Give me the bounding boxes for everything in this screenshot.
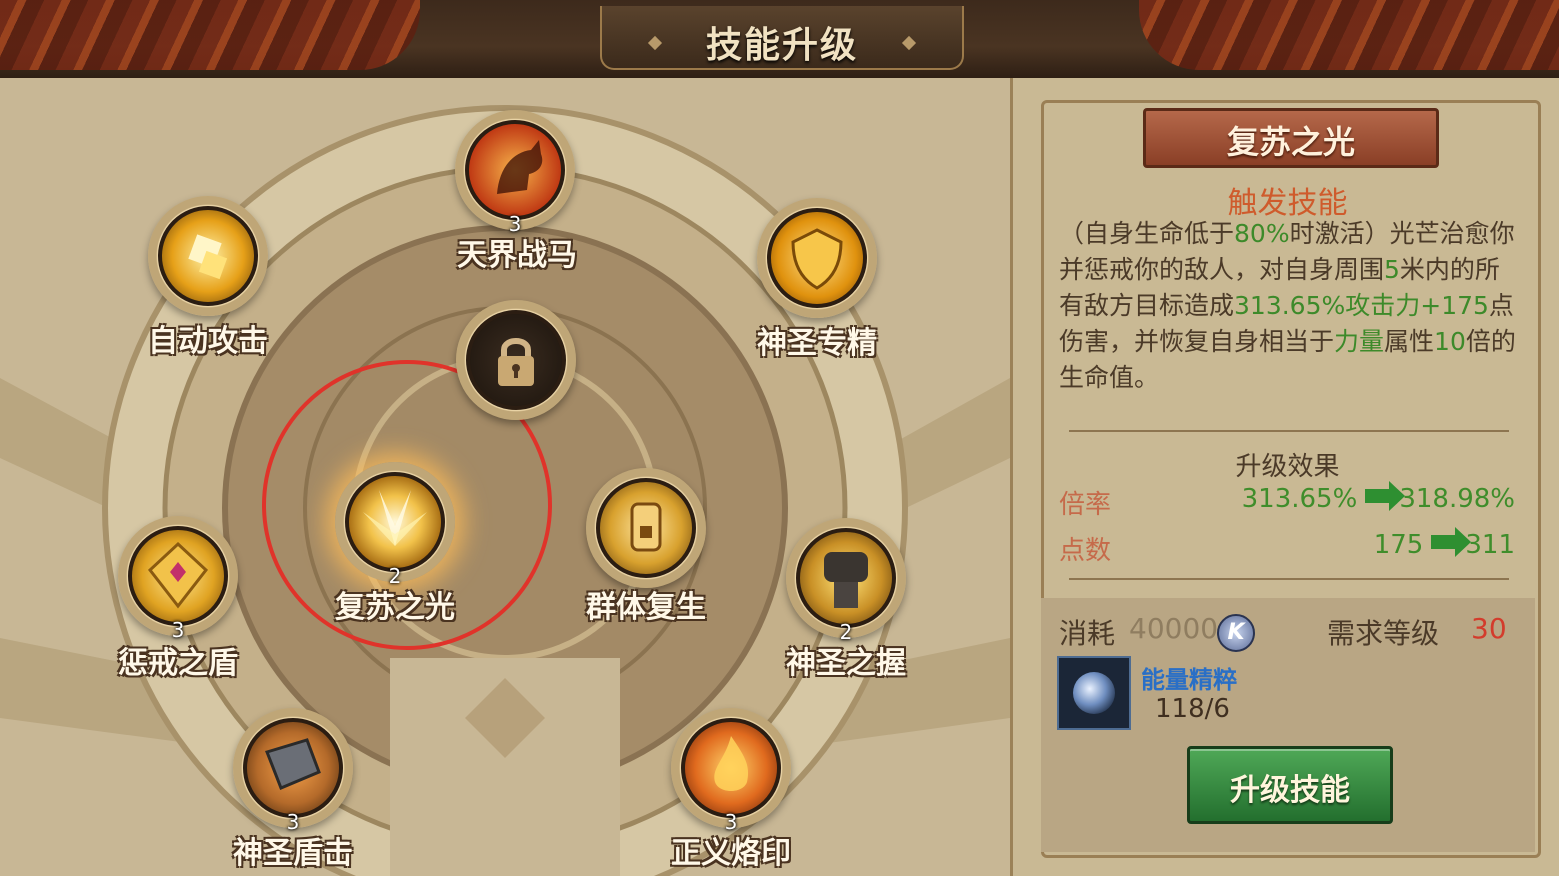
effect-to: 311 [1465, 530, 1515, 560]
required-level-label: 需求等级 [1327, 617, 1440, 650]
material-count: 118/6 [1155, 694, 1230, 724]
upgrade-effects-title: 升级效果 [1235, 452, 1340, 482]
highlighted-value: 80% [1234, 219, 1290, 248]
golden-cubes-icon [188, 234, 228, 280]
effect-row-multiplier: 倍率 313.65% 318.98% [1059, 481, 1515, 520]
energy-essence-icon [1073, 672, 1115, 714]
skill-label: 群体复生 [586, 590, 706, 625]
skill-node-holy-grip[interactable]: 2 [786, 518, 906, 644]
skill-label: 神圣盾击 [233, 836, 353, 871]
skill-label: 神圣之握 [786, 646, 906, 681]
effect-values: 175 311 [1373, 527, 1515, 560]
title-plate: 技能升级 [600, 6, 964, 70]
golden-shield-swirl-icon [791, 228, 843, 290]
skill-node-revival-light[interactable]: 2 [335, 462, 455, 588]
description-text: （自身生命低于 [1059, 219, 1235, 248]
highlighted-value: 5 [1384, 255, 1400, 284]
highlighted-value: 力量 [1334, 327, 1385, 356]
skill-node-locked[interactable] [456, 300, 576, 420]
upgrade-button-label: 升级技能 [1230, 773, 1350, 808]
skill-node-celestial-steed[interactable]: 3 [455, 110, 575, 236]
effect-from: 313.65% [1241, 484, 1358, 514]
highlighted-value: 313.65%攻击力+175 [1234, 291, 1489, 320]
lock-icon [498, 338, 534, 386]
divider [1069, 430, 1509, 432]
effect-to: 318.98% [1399, 484, 1515, 514]
skill-name: 复苏之光 [1226, 123, 1355, 161]
skill-node-holy-shield-bash[interactable]: 3 [233, 708, 353, 834]
arrow-right-icon [1431, 527, 1472, 557]
shield-bash-icon [265, 738, 321, 790]
gem-shield-icon [147, 541, 209, 609]
skill-label: 自动攻击 [148, 324, 268, 359]
gauntlet-icon [824, 552, 868, 608]
divider [1069, 578, 1509, 580]
flame-brand-icon [714, 736, 749, 791]
material-name: 能量精粹 [1141, 666, 1237, 694]
effect-from: 175 [1373, 530, 1424, 560]
material-slot[interactable] [1057, 656, 1131, 730]
effect-label: 点数 [1059, 536, 1112, 566]
skill-label: 神圣专精 [757, 326, 877, 361]
skill-label: 正义烙印 [671, 836, 791, 871]
skill-label: 惩戒之盾 [118, 646, 238, 681]
skill-node-auto-attack[interactable] [148, 196, 268, 316]
skill-label: 复苏之光 [335, 590, 455, 625]
skill-description: （自身生命低于80%时激活）光芒治愈你并惩戒你的敌人，对自身周围5米内的所有敌方… [1059, 216, 1523, 396]
effect-row-points: 点数 175 311 [1059, 527, 1515, 566]
skill-tree-board: 3 天界战马 自动攻击 神圣专精 2 复苏之光 群体复生 3 惩戒之盾 2 神圣… [0, 78, 1010, 876]
skill-node-mass-revival[interactable] [586, 468, 706, 588]
light-burst-icon [363, 490, 427, 546]
description-text: 属性 [1384, 327, 1435, 356]
skill-label: 天界战马 [457, 238, 577, 273]
required-level-value: 30 [1471, 612, 1507, 645]
highlighted-value: 10 [1434, 327, 1466, 356]
header-ornament-left [0, 0, 420, 70]
horse-icon [497, 140, 543, 194]
cost-area: 消耗 40000 K 需求等级 30 能量精粹 118/6 升级技能 [1041, 598, 1535, 852]
skill-upgrade-screen: 技能升级 3 天界战马 自动攻击 神圣专精 2 复苏之光 群体复生 3 惩戒之盾… [0, 0, 1559, 876]
cost-value: 40000 [1129, 612, 1219, 645]
arrow-right-icon [1365, 481, 1406, 511]
skill-node-justice-brand[interactable]: 3 [671, 708, 791, 834]
coin-icon: K [1217, 614, 1255, 652]
header-bar: 技能升级 [0, 0, 1559, 82]
upgrade-skill-button[interactable]: 升级技能 [1187, 746, 1393, 824]
effect-label: 倍率 [1059, 490, 1112, 520]
skill-node-punishing-shield[interactable]: 3 [118, 516, 238, 642]
cost-label: 消耗 [1059, 617, 1116, 650]
skill-name-banner: 复苏之光 [1143, 108, 1439, 168]
header-ornament-right [1139, 0, 1559, 70]
radiant-hand-icon [630, 502, 662, 552]
skill-node-holy-mastery[interactable] [757, 198, 877, 318]
effect-values: 313.65% 318.98% [1241, 481, 1515, 514]
skill-detail-panel: 复苏之光 触发技能 （自身生命低于80%时激活）光芒治愈你并惩戒你的敌人，对自身… [1010, 78, 1559, 876]
